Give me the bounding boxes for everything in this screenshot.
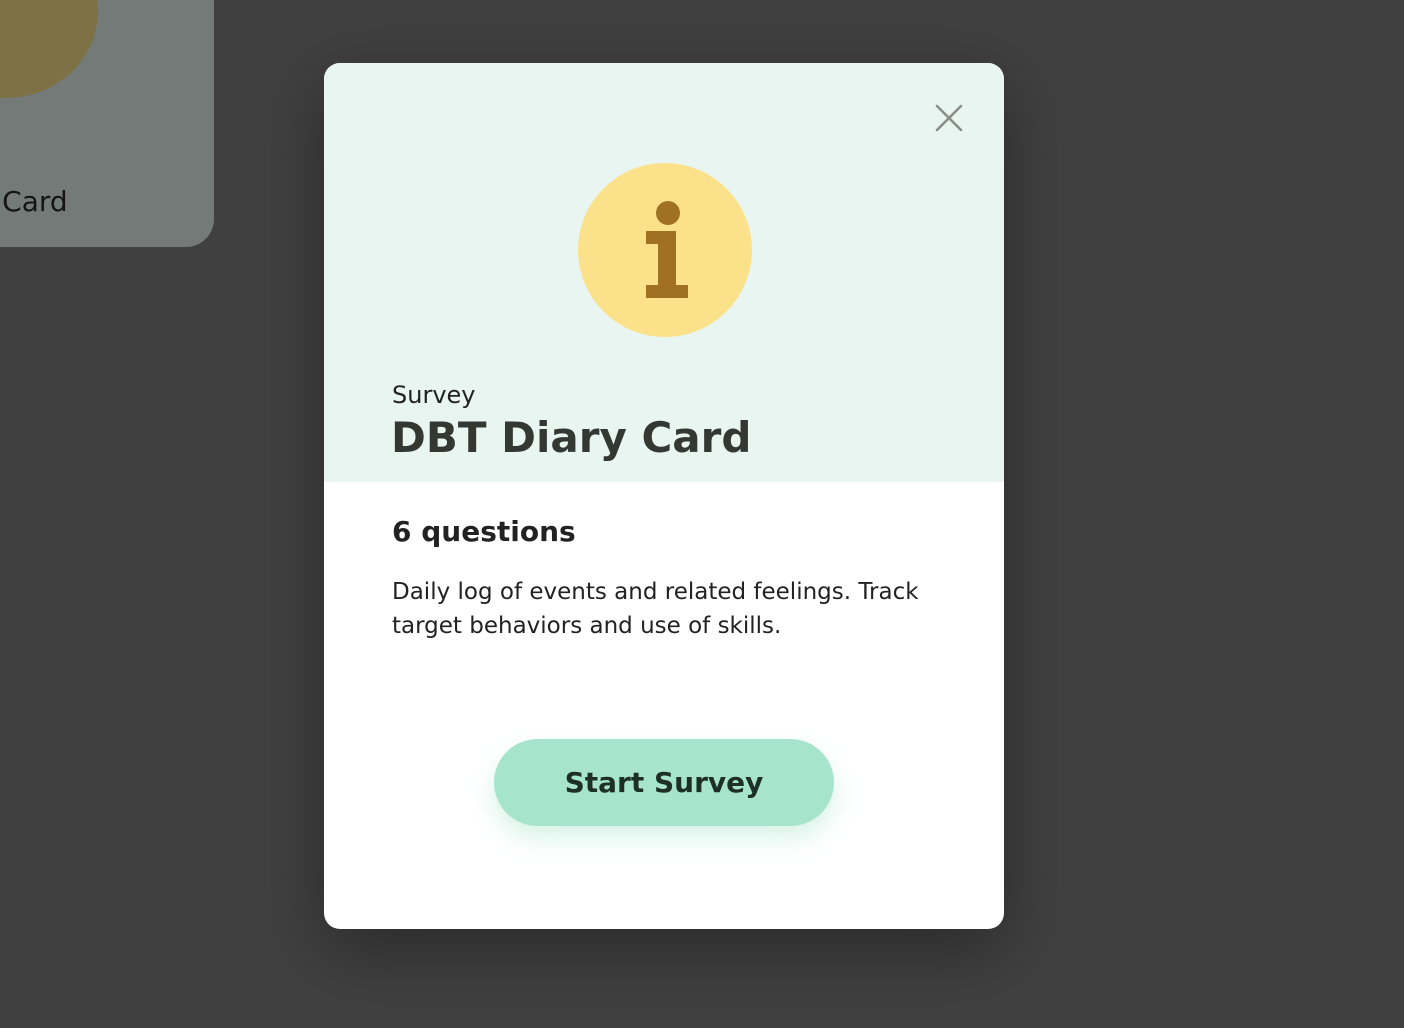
close-button[interactable] [928, 97, 970, 139]
survey-title: DBT Diary Card [391, 413, 752, 462]
close-icon [935, 104, 963, 132]
survey-description: Daily log of events and related feelings… [392, 579, 919, 639]
question-count: 6 questions [392, 515, 576, 548]
survey-type-label: Survey [392, 381, 476, 409]
modal-header: Survey DBT Diary Card [324, 63, 1004, 482]
info-icon [646, 201, 688, 298]
start-survey-button[interactable]: Start Survey [494, 739, 834, 826]
survey-modal: Survey DBT Diary Card 6 questions Daily … [324, 63, 1004, 929]
info-badge [578, 163, 752, 337]
